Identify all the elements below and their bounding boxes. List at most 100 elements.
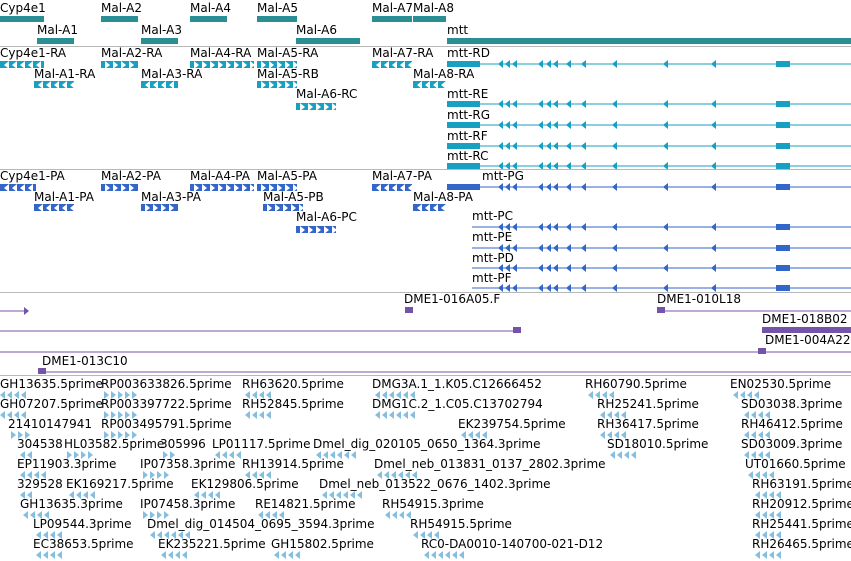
transcript-label: Mal-A5-RB xyxy=(257,67,319,81)
arrow-left-icon xyxy=(259,411,264,419)
arrow-left-icon xyxy=(445,551,450,559)
arrow-right-icon xyxy=(267,203,272,212)
arrow-left-icon xyxy=(150,531,155,539)
est-label: EK239754.5prime xyxy=(458,417,566,431)
protein-intron-line xyxy=(472,267,851,269)
transcript-label: mtt-RD xyxy=(447,46,491,60)
arrow-left-icon xyxy=(169,80,174,89)
gene-feature[interactable] xyxy=(101,16,138,22)
est-label: RP003397722.5prime xyxy=(101,397,232,411)
arrow-left-icon xyxy=(624,451,629,459)
transcript-model-exon[interactable] xyxy=(776,101,790,107)
protein-model-exon[interactable] xyxy=(776,184,790,190)
gene-feature[interactable] xyxy=(447,38,851,44)
arrow-left-icon xyxy=(566,223,571,231)
transcript-model-exon[interactable] xyxy=(776,61,790,67)
arrow-left-icon xyxy=(161,551,166,559)
arrow-left-icon xyxy=(498,60,503,68)
est-label: SD03009.3prime xyxy=(741,437,843,451)
clone-feature[interactable] xyxy=(513,327,521,333)
arrow-left-icon xyxy=(663,183,668,191)
protein-exon[interactable] xyxy=(776,224,790,230)
transcript-model-exon[interactable] xyxy=(447,122,480,128)
est-label: RH46412.5prime xyxy=(741,417,843,431)
est-label: DMG1C.2_1.C05.C13702794 xyxy=(372,397,543,411)
arrow-left-icon xyxy=(441,80,446,89)
arrow-left-icon xyxy=(295,551,300,559)
gene-label: Mal-A5 xyxy=(257,1,298,15)
arrow-left-icon xyxy=(553,244,558,252)
arrow-left-icon xyxy=(70,80,75,89)
arrow-left-icon xyxy=(553,100,558,108)
gene-feature[interactable] xyxy=(141,38,178,44)
arrow-left-icon xyxy=(433,203,438,212)
est-label: RH60790.5prime xyxy=(585,377,687,391)
est-label: RH63620.5prime xyxy=(242,377,344,391)
clone-feature[interactable] xyxy=(758,348,766,354)
protein-label: Mal-A6-PC xyxy=(296,210,357,224)
transcript-model-exon[interactable] xyxy=(776,143,790,149)
protein-model-exon[interactable] xyxy=(447,184,480,190)
est-label: RH54915.5prime xyxy=(410,517,512,531)
arrow-left-icon xyxy=(438,551,443,559)
arrow-left-icon xyxy=(733,391,738,399)
arrow-left-icon xyxy=(424,551,429,559)
gene-feature[interactable] xyxy=(37,38,74,44)
arrow-right-icon xyxy=(153,203,158,212)
gene-feature[interactable] xyxy=(372,16,412,22)
gene-feature[interactable] xyxy=(296,38,360,44)
arrow-left-icon xyxy=(581,60,586,68)
arrow-left-icon xyxy=(62,80,67,89)
transcript-label: Cyp4e1-RA xyxy=(0,46,67,60)
protein-exon[interactable] xyxy=(776,265,790,271)
arrow-left-icon xyxy=(512,183,517,191)
clone-feature[interactable] xyxy=(657,307,665,313)
clone-feature[interactable] xyxy=(38,368,46,374)
arrow-right-icon xyxy=(169,203,174,212)
arrow-left-icon xyxy=(351,451,356,459)
arrow-left-icon xyxy=(588,391,593,399)
gene-feature[interactable] xyxy=(257,16,297,22)
est-label: 329528 xyxy=(17,477,63,491)
gene-feature[interactable] xyxy=(0,16,44,22)
arrow-left-icon xyxy=(612,60,617,68)
arrow-right-icon xyxy=(161,203,166,212)
arrow-left-icon xyxy=(382,411,387,419)
arrow-left-icon xyxy=(546,183,551,191)
arrow-left-icon xyxy=(663,284,668,292)
est-label: RH36417.5prime xyxy=(597,417,699,431)
gene-track: Cyp4e1 Mal-A1 Mal-A2 Mal-A3 Mal-A4 Mal-A5 Mal-… xyxy=(0,0,851,46)
transcript-model-intron-line xyxy=(447,63,851,65)
arrow-left-icon xyxy=(538,183,543,191)
est-label: RH13914.5prime xyxy=(242,457,344,471)
arrow-left-icon xyxy=(505,100,510,108)
arrow-left-icon xyxy=(441,203,446,212)
protein-exon[interactable] xyxy=(776,285,790,291)
arrow-left-icon xyxy=(538,264,543,272)
arrow-left-icon xyxy=(431,551,436,559)
gene-feature[interactable] xyxy=(413,16,446,22)
gene-label: Cyp4e1 xyxy=(0,1,46,15)
transcript-label: Mal-A6-RC xyxy=(296,87,358,101)
arrow-left-icon xyxy=(612,284,617,292)
arrow-left-icon xyxy=(566,121,571,129)
arrow-left-icon xyxy=(581,142,586,150)
est-label: GH15802.5prime xyxy=(271,537,374,551)
transcript-model-exon[interactable] xyxy=(447,61,480,67)
arrow-left-icon xyxy=(538,142,543,150)
arrow-right-icon xyxy=(283,203,288,212)
arrow-left-icon xyxy=(612,244,617,252)
transcript-label: mtt-RG xyxy=(447,108,491,122)
arrow-left-icon xyxy=(546,284,551,292)
est-label: RP003495791.5prime xyxy=(101,417,232,431)
arrow-left-icon xyxy=(70,203,75,212)
transcript-model-exon[interactable] xyxy=(776,122,790,128)
gene-feature[interactable] xyxy=(190,16,227,22)
protein-exon[interactable] xyxy=(776,245,790,251)
protein-intron-line xyxy=(472,226,851,228)
arrow-left-icon xyxy=(505,183,510,191)
est-label: RH54915.3prime xyxy=(382,497,484,511)
transcript-model-exon[interactable] xyxy=(447,101,480,107)
arrow-left-icon xyxy=(498,100,503,108)
arrow-left-icon xyxy=(512,100,517,108)
